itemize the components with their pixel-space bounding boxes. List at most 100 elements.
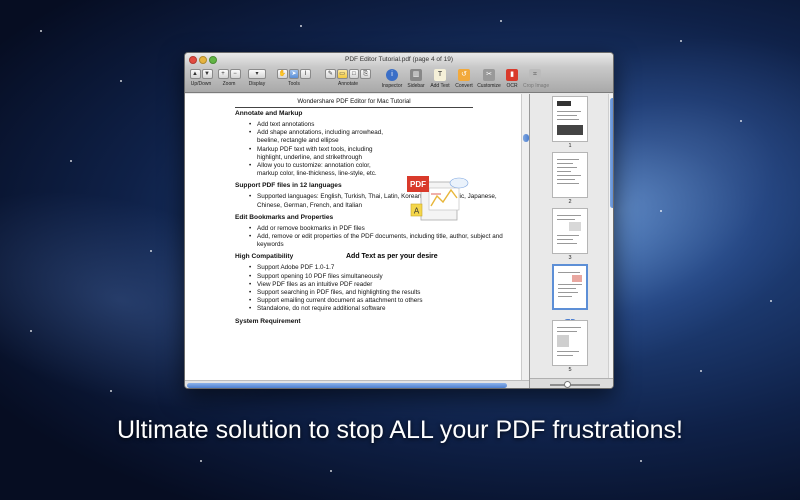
sidebar-icon[interactable]: ▥	[410, 69, 422, 81]
bullet-list: Add or remove bookmarks in PDF files Add…	[235, 225, 511, 250]
convert-icon[interactable]: ↺	[458, 69, 470, 81]
sidebar-scroll-thumb[interactable]	[610, 98, 613, 208]
bullet-list: Supported languages: English, Turkish, T…	[235, 193, 511, 209]
hand-tool-icon[interactable]: ✋	[277, 69, 288, 79]
page-thumbnail-image	[552, 96, 588, 142]
list-item: Standalone, do not require additional so…	[249, 305, 511, 313]
page-thumbnail-number: 3	[568, 255, 572, 261]
list-item: Add or remove bookmarks in PDF files	[249, 225, 511, 233]
zoom-in-icon[interactable]: +	[217, 69, 229, 79]
list-item: Markup PDF text with text tools, includi…	[249, 146, 389, 162]
select-tool-icon[interactable]: ➤	[288, 69, 300, 79]
list-item: Allow you to customize: annotation color…	[249, 162, 389, 178]
list-item: View PDF files as an intuitive PDF reade…	[249, 281, 511, 289]
document-area: Wondershare PDF Editor for Mac Tutorial …	[185, 94, 613, 388]
marketing-tagline: Ultimate solution to stop ALL your PDF f…	[117, 416, 683, 444]
letter-a-badge: A	[414, 207, 420, 216]
page-thumbnail-image	[552, 152, 588, 198]
toolbar-label-sidebar: Sidebar	[407, 83, 425, 89]
list-item: Supported languages: English, Turkish, T…	[249, 193, 511, 209]
section-heading: Annotate and Markup	[235, 110, 303, 117]
list-item: Support opening 10 PDF files simultaneou…	[249, 273, 511, 281]
page-thumbnail-number: 2	[568, 199, 572, 205]
toolbar-label-tools: Tools	[288, 81, 300, 87]
toolbar-label-ocr: OCR	[506, 83, 518, 89]
toolbar-add-text[interactable]: T Add Text	[429, 69, 451, 89]
add-text-icon[interactable]: T	[434, 69, 446, 81]
bullet-list: Support Adobe PDF 1.0-1.7 Support openin…	[235, 264, 511, 313]
section-heading: Support PDF files in 12 languages	[235, 182, 342, 190]
pdf-annotation-illustration: PDF A	[407, 176, 469, 221]
list-item: Add shape annotations, including arrowhe…	[249, 129, 389, 145]
list-item: Support emailing current document as att…	[249, 297, 511, 305]
section-heading: Edit Bookmarks and Properties	[235, 213, 334, 221]
zoom-out-icon[interactable]: −	[229, 69, 241, 79]
thumbnail-sidebar: 1 2 3 5	[529, 94, 613, 388]
toolbar-sidebar[interactable]: ▥ Sidebar	[405, 69, 427, 89]
customize-tools-icon[interactable]: ✂	[483, 69, 495, 81]
page-thumbnail[interactable]: 3	[546, 208, 594, 261]
page-thumbnail[interactable]: 1	[546, 96, 594, 149]
pdf-editor-window: PDF Editor Tutorial.pdf (page 4 of 19) ▲…	[184, 52, 614, 389]
document-page[interactable]: Wondershare PDF Editor for Mac Tutorial …	[185, 94, 521, 380]
toolbar-crop-image[interactable]: ⌗ Crop Image	[523, 69, 550, 89]
list-item: Add, remove or edit properties of the PD…	[249, 233, 511, 249]
toolbar-label-customize: Customize	[477, 83, 501, 89]
toolbar-updown: ▲ ▼ Up/Down	[189, 69, 213, 87]
page-down-button[interactable]: ▼	[201, 69, 213, 79]
section-heading: System Requirement	[235, 317, 301, 325]
shape-annotation-icon[interactable]: □	[348, 69, 360, 79]
page-thumbnail[interactable]: 5	[546, 320, 594, 373]
toolbar: ▲ ▼ Up/Down + − Zoom ▾ Display ✋ ➤ I Too…	[185, 67, 613, 93]
page-thumbnail-image	[552, 320, 588, 366]
thumbnail-size-bar	[530, 378, 613, 388]
note-annotation-icon[interactable]: ✎	[325, 69, 336, 79]
toolbar-label-add-text: Add Text	[430, 83, 450, 89]
toolbar-annotate: ✎ ▭ □ ⎘ Annotate	[325, 69, 371, 87]
thumbnail-size-slider[interactable]	[550, 384, 600, 386]
page-thumbnail-number: 1	[568, 143, 572, 149]
toolbar-display: ▾ Display	[245, 69, 269, 87]
page-thumbnail-selected[interactable]: 4	[546, 264, 594, 328]
toolbar-label-crop-image: Crop Image	[523, 83, 550, 89]
added-text-callout[interactable]: Add Text as per your desire	[346, 253, 438, 260]
thumbnail-size-slider-knob[interactable]	[564, 381, 571, 388]
section-heading-row: High Compatibility Add Text as per your …	[235, 253, 511, 260]
list-item: Support searching in PDF files, and high…	[249, 289, 511, 297]
text-select-tool-icon[interactable]: I	[300, 69, 312, 79]
sidebar-scrollbar[interactable]	[608, 94, 613, 378]
crop-image-icon[interactable]: ⌗	[529, 69, 541, 81]
toolbar-label-annotate: Annotate	[337, 81, 359, 87]
page-thumbnail[interactable]: 2	[546, 152, 594, 205]
window-minimize-button[interactable]	[199, 56, 207, 64]
document-header: Wondershare PDF Editor for Mac Tutorial	[235, 97, 473, 108]
section-heading: High Compatibility	[235, 253, 294, 261]
page-up-button[interactable]: ▲	[189, 69, 201, 79]
window-title: PDF Editor Tutorial.pdf (page 4 of 19)	[344, 56, 454, 63]
page-thumbnail-number: 5	[568, 367, 572, 373]
ocr-icon[interactable]: ▮	[506, 69, 518, 81]
window-close-button[interactable]	[189, 56, 197, 64]
highlight-annotation-icon[interactable]: ▭	[336, 69, 348, 79]
inspector-icon[interactable]: i	[386, 69, 398, 81]
toolbar-customize[interactable]: ✂ Customize	[477, 69, 501, 89]
toolbar-label-convert: Convert	[455, 83, 473, 89]
page-thumbnail-image	[552, 208, 588, 254]
toolbar-inspector[interactable]: i Inspector	[381, 69, 403, 89]
toolbar-label-zoom: Zoom	[222, 81, 236, 87]
document-vertical-scrollbar[interactable]	[521, 94, 529, 380]
toolbar-label-inspector: Inspector	[381, 83, 403, 89]
toolbar-ocr[interactable]: ▮ OCR	[503, 69, 521, 89]
toolbar-convert[interactable]: ↺ Convert	[453, 69, 475, 89]
list-item: Support Adobe PDF 1.0-1.7	[249, 264, 511, 272]
window-zoom-button[interactable]	[209, 56, 217, 64]
pdf-badge-text: PDF	[410, 180, 426, 189]
stamp-annotation-icon[interactable]: ⎘	[360, 69, 371, 79]
display-mode-dropdown[interactable]: ▾	[248, 69, 266, 79]
document-horizontal-scrollbar[interactable]	[185, 380, 529, 388]
toolbar-zoom: + − Zoom	[217, 69, 241, 87]
window-titlebar[interactable]: PDF Editor Tutorial.pdf (page 4 of 19)	[185, 53, 613, 67]
toolbar-tools: ✋ ➤ I Tools	[277, 69, 312, 87]
toolbar-label-updown: Up/Down	[190, 81, 212, 87]
document-horizontal-scroll-thumb[interactable]	[187, 383, 507, 388]
